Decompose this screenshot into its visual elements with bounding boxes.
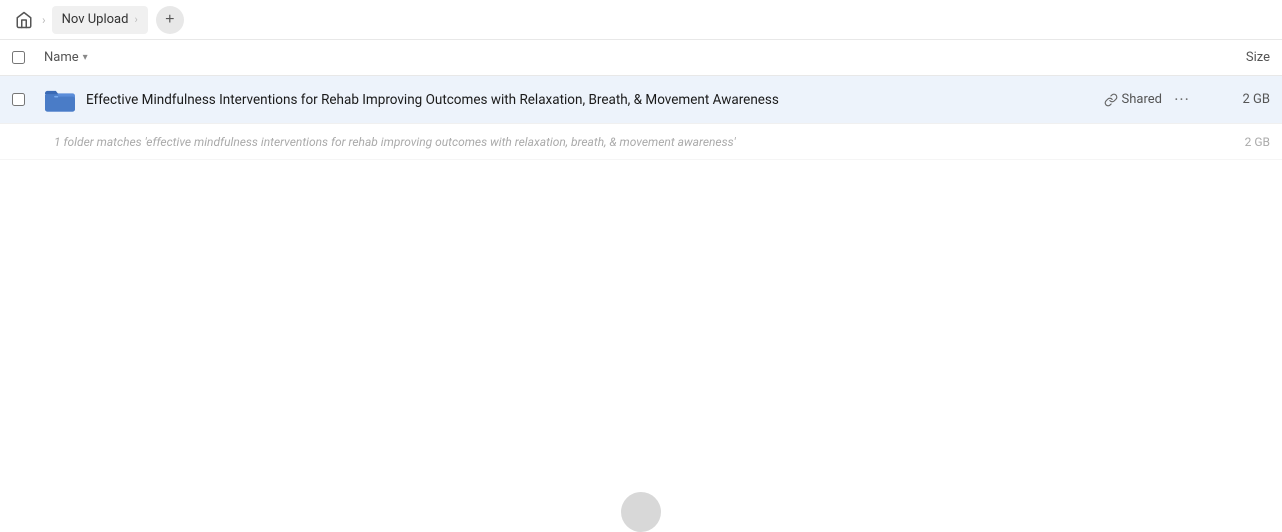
breadcrumb-folder[interactable]: Nov Upload › xyxy=(52,6,148,34)
file-row[interactable]: Effective Mindfulness Interventions for … xyxy=(0,76,1282,124)
add-button[interactable]: + xyxy=(156,6,184,34)
folder-icon xyxy=(44,84,76,116)
ghost-head xyxy=(621,492,661,532)
link-icon xyxy=(1104,93,1118,107)
breadcrumb-folder-label: Nov Upload xyxy=(62,12,129,27)
name-column-header[interactable]: Name ▾ xyxy=(44,50,1190,65)
shared-badge: Shared xyxy=(1104,92,1162,107)
match-size: 2 GB xyxy=(1210,135,1270,149)
name-sort-icon: ▾ xyxy=(83,52,88,63)
breadcrumb-arrow-icon: › xyxy=(134,13,137,26)
header-checkbox[interactable] xyxy=(12,51,32,64)
name-column-label: Name xyxy=(44,50,79,65)
select-all-checkbox[interactable] xyxy=(12,51,25,64)
column-header-row: Name ▾ Size xyxy=(0,40,1282,76)
match-row: 1 folder matches 'effective mindfulness … xyxy=(0,124,1282,160)
shared-label: Shared xyxy=(1122,92,1162,107)
breadcrumb-separator: › xyxy=(42,13,46,27)
size-column-header: Size xyxy=(1190,50,1270,65)
home-breadcrumb[interactable] xyxy=(12,8,36,32)
file-actions: Shared ··· xyxy=(1104,88,1194,112)
file-checkbox[interactable] xyxy=(12,93,25,106)
empty-area xyxy=(0,160,1282,532)
file-name: Effective Mindfulness Interventions for … xyxy=(86,92,1104,108)
file-checkbox-wrapper[interactable] xyxy=(12,93,32,106)
more-options-button[interactable]: ··· xyxy=(1170,88,1194,112)
breadcrumb-bar: › Nov Upload › + xyxy=(0,0,1282,40)
file-size: 2 GB xyxy=(1210,92,1270,107)
ghost-figure xyxy=(611,492,671,532)
match-count-text: 1 folder matches 'effective mindfulness … xyxy=(54,135,1210,149)
